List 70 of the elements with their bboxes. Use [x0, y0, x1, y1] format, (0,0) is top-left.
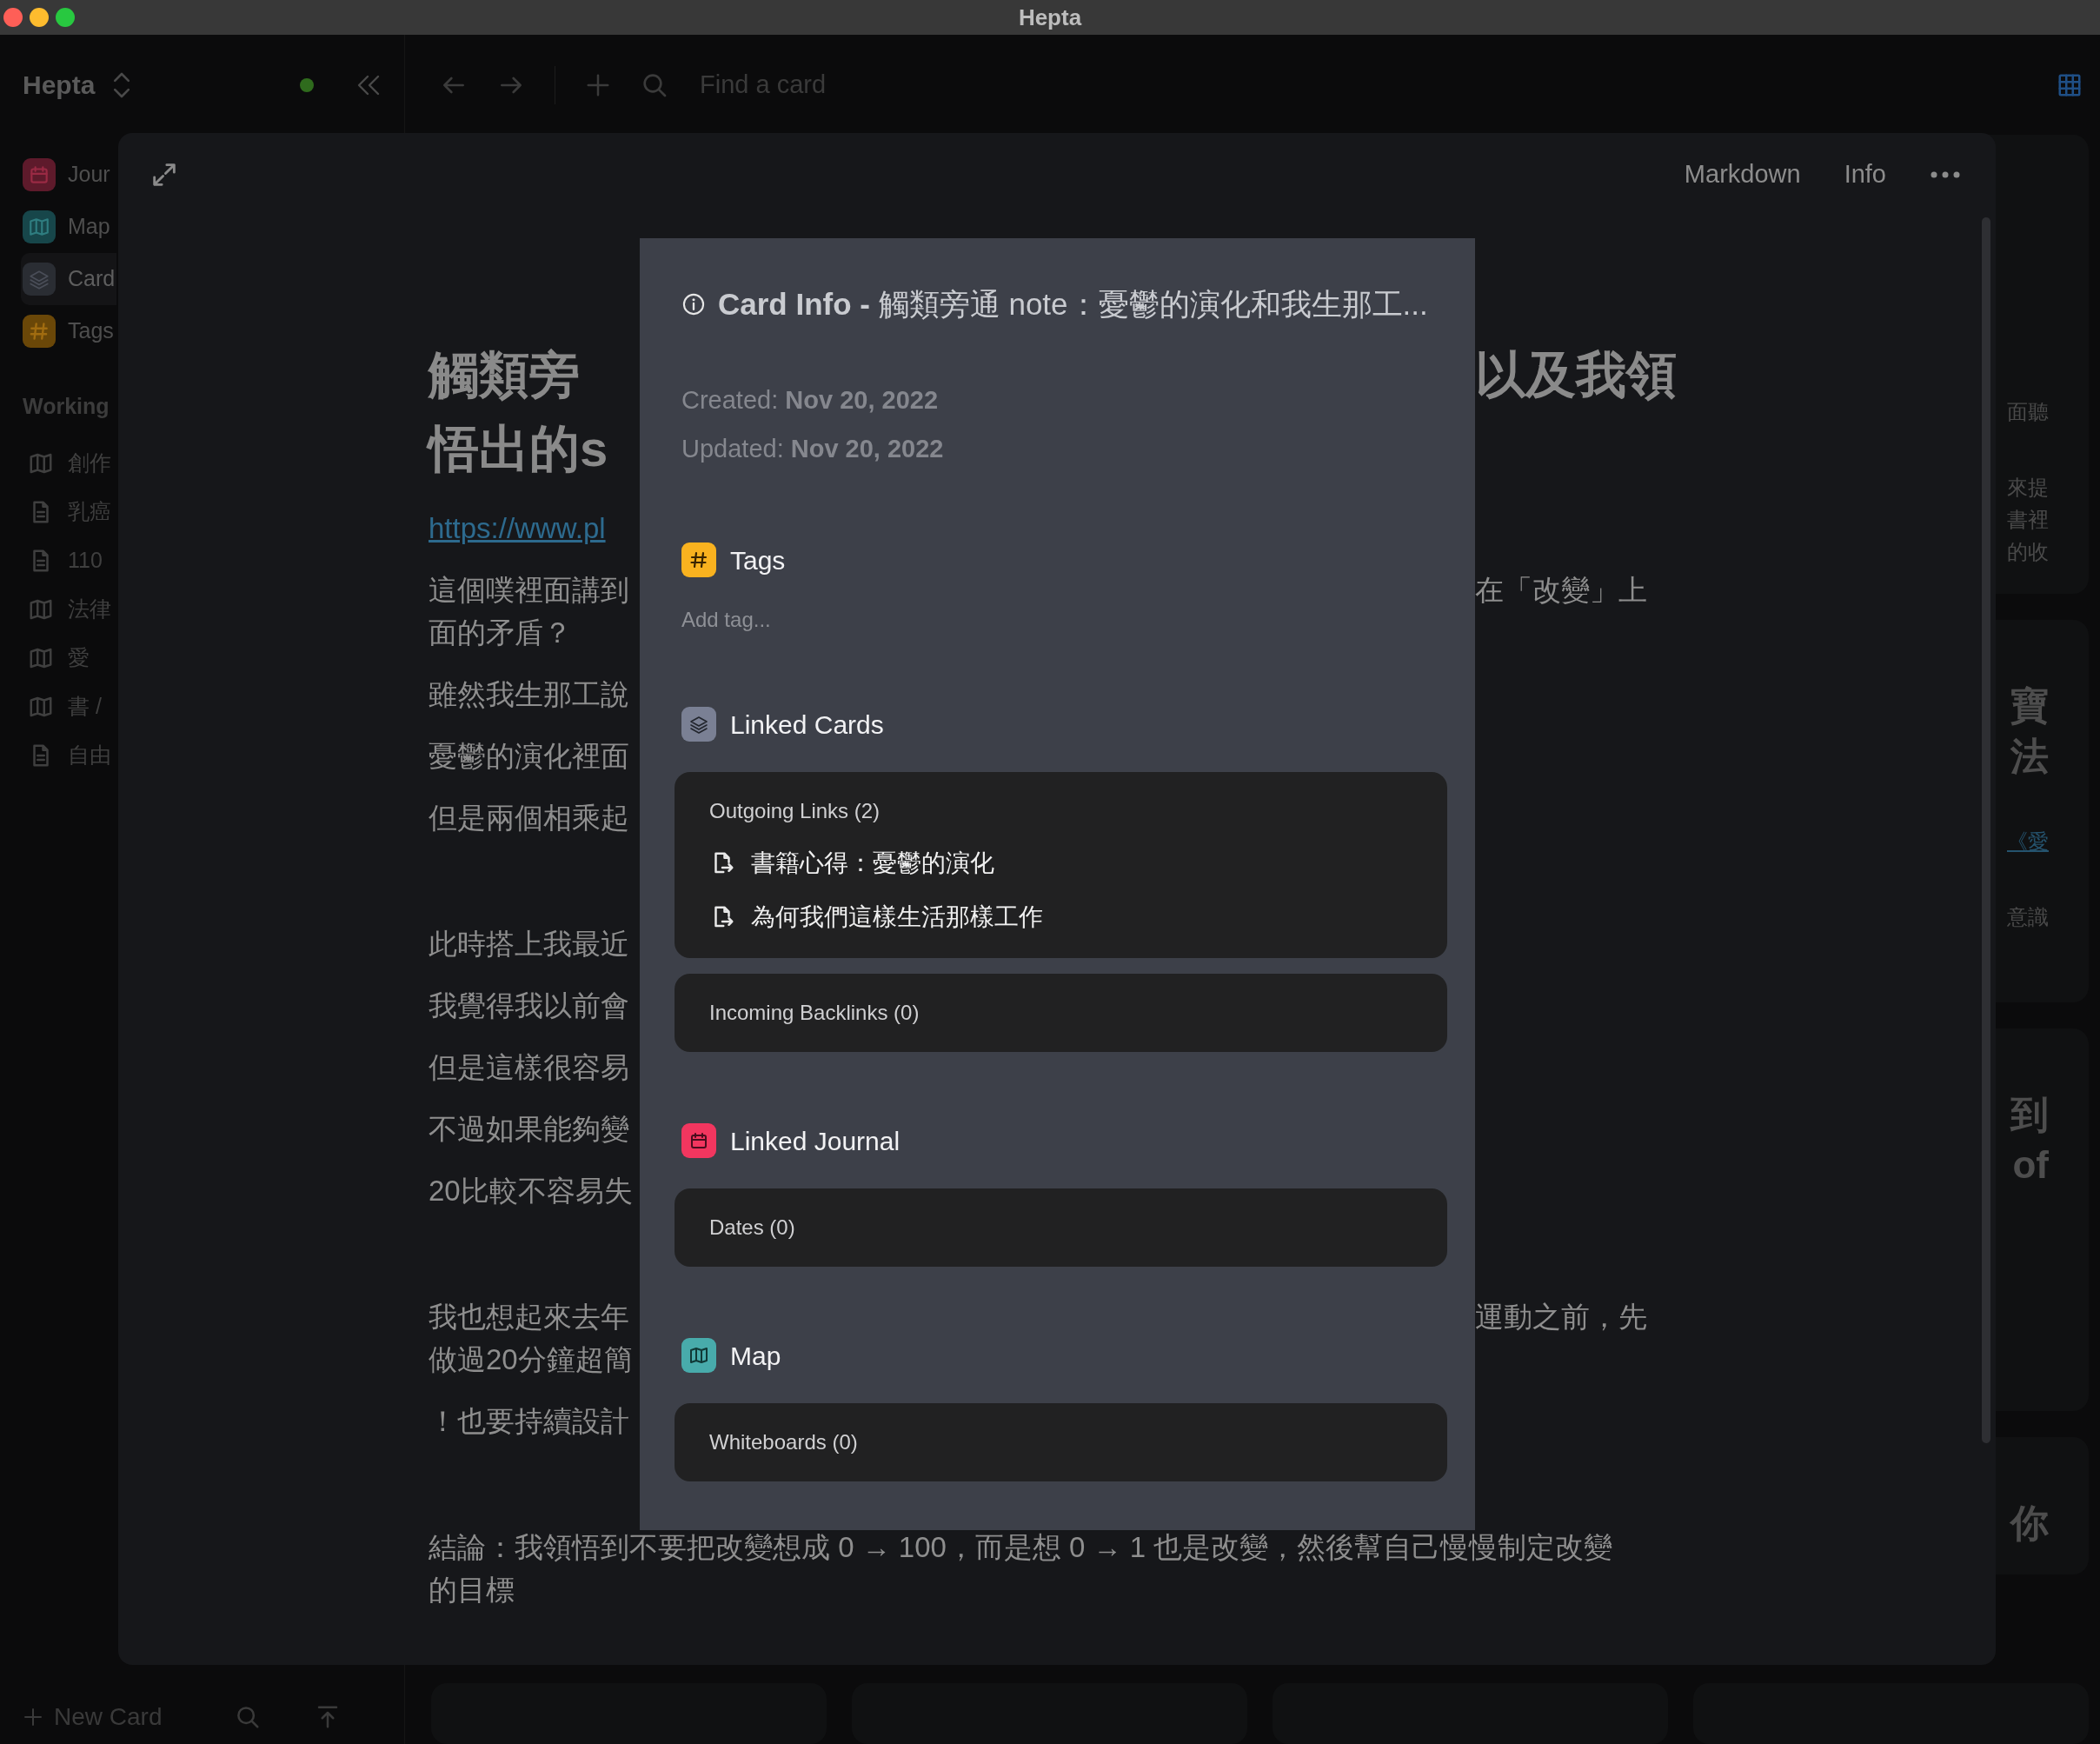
toolbar-button[interactable]: Markdown — [1684, 155, 1801, 194]
paragraph-text: 不過如果能夠變 — [429, 1112, 629, 1147]
hashtag-tile-icon — [23, 315, 56, 348]
card-heading: of — [2012, 1142, 2049, 1188]
workspace-name[interactable]: Hepta — [23, 65, 96, 104]
card-heading: 你 — [2010, 1501, 2049, 1546]
paragraph-text: 面的矛盾？ — [429, 616, 572, 650]
map-tile-icon — [23, 210, 56, 243]
paragraph-text: 在「改變」上 — [1475, 573, 1647, 608]
paragraph-text: 結論：我領悟到不要把改變想成 0 → 100，而是想 0 → 1 也是改變，然後幫自己慢慢制定改變 — [429, 1530, 1613, 1565]
close-button[interactable] — [3, 8, 23, 27]
paragraph-text: 我覺得我以前會 — [429, 988, 629, 1023]
card-text: 書裡 — [2007, 507, 2049, 533]
date-text: Created: Nov 20, 2022 — [681, 384, 940, 416]
linked-card[interactable]: 為何我們這樣生活那樣工作 — [709, 898, 1043, 935]
minimize-button[interactable] — [30, 8, 49, 27]
paragraph-text: 憂鬱的演化裡面 — [429, 739, 629, 774]
paragraph-text: 但是兩個相乘起 — [429, 801, 629, 835]
scrollbar[interactable] — [1982, 217, 1990, 1443]
paragraph-text: 做過20分鐘超簡 — [429, 1342, 633, 1377]
plus-icon — [23, 1707, 43, 1727]
window-title: Hepta — [1018, 3, 1082, 32]
group-title: Outgoing Links (2) — [709, 797, 881, 824]
info-icon — [681, 292, 706, 317]
linked-card[interactable]: 書籍心得：憂鬱的演化 — [709, 844, 994, 882]
tag-input[interactable]: Add tag... — [681, 603, 942, 636]
collapse-sidebar-icon[interactable] — [356, 73, 382, 97]
more-icon[interactable] — [1930, 170, 1961, 179]
group-title: Dates (0) — [709, 1214, 796, 1241]
calendar-tile-icon — [23, 158, 56, 191]
card-text: 的收 — [2007, 539, 2049, 565]
section-heading: Linked Journal — [730, 1125, 900, 1157]
paragraph-text: ！也要持續設計 — [429, 1404, 629, 1439]
layers-tile-icon — [23, 263, 56, 296]
card-link[interactable]: 《愛 — [2007, 825, 2049, 857]
card-text: 來提 — [2007, 475, 2049, 501]
card-heading: 到 — [2010, 1092, 2049, 1137]
zoom-button[interactable] — [56, 8, 75, 27]
card-text: 意識 — [2007, 904, 2049, 930]
nav-item[interactable]: Jour — [21, 149, 116, 201]
card-title: 觸類旁 — [429, 345, 580, 404]
hashtag-icon — [681, 543, 716, 577]
paragraph-text: 運動之前，先 — [1475, 1300, 1647, 1335]
date-text: Updated: Nov 20, 2022 — [681, 433, 945, 464]
nav-item[interactable]: Card — [21, 253, 116, 305]
calendar-icon — [681, 1123, 716, 1158]
section-heading: Linked Cards — [730, 709, 884, 741]
paragraph-text: 的目標 — [429, 1573, 515, 1608]
paragraph-text: 但是這樣很容易 — [429, 1050, 629, 1085]
card-title: 以及我領 — [1475, 345, 1677, 404]
dialog-title: Card Info - 觸類旁通 note：憂鬱的演化和我生那工... — [718, 286, 1428, 323]
nav-item[interactable]: Map — [21, 201, 116, 253]
section-heading: Map — [730, 1340, 781, 1372]
map-icon — [681, 1338, 716, 1373]
paragraph-text: 雖然我生那工說 — [429, 677, 629, 712]
paragraph-text: 這個噗裡面講到 — [429, 573, 629, 608]
paragraph-text: 20比較不容易失 — [429, 1174, 633, 1208]
link[interactable]: https://www.pl — [429, 507, 606, 549]
card-text: 面聽 — [2007, 399, 2049, 425]
paragraph-text: 我也想起來去年 — [429, 1300, 629, 1335]
toolbar-button[interactable]: Info — [1844, 155, 1886, 194]
group-title: Incoming Backlinks (0) — [709, 999, 920, 1026]
section-heading: Tags — [730, 544, 786, 576]
sync-status-dot — [300, 77, 314, 92]
layers-icon — [681, 707, 716, 742]
card-heading: 寶 — [2010, 683, 2049, 729]
group-title: Whiteboards (0) — [709, 1428, 859, 1455]
nav-item[interactable]: Tags — [21, 305, 116, 357]
card-heading: 法 — [2010, 734, 2049, 779]
paragraph-text: 此時搭上我最近 — [429, 927, 629, 962]
